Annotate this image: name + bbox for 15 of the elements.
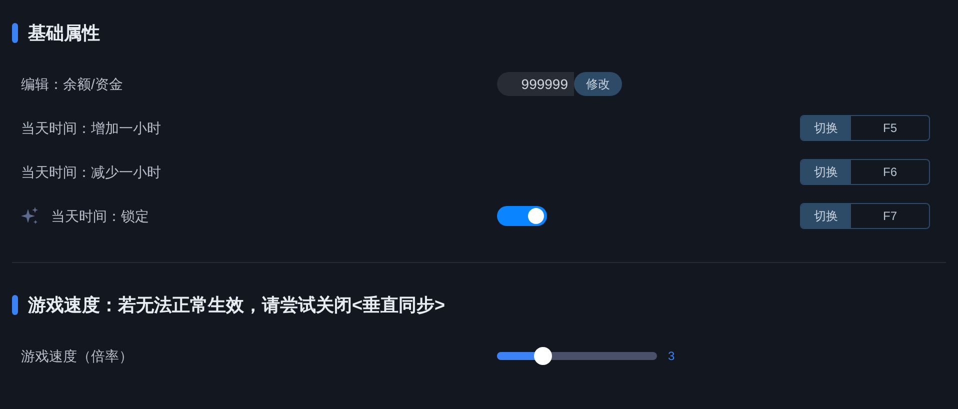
sparkle-icon xyxy=(21,207,39,225)
amount-field[interactable]: 999999 xyxy=(497,72,574,96)
slider-thumb[interactable] xyxy=(534,347,552,365)
section-title: 基础属性 xyxy=(28,22,100,44)
setting-label: 当天时间：增加一小时 xyxy=(21,118,161,138)
slider-value: 3 xyxy=(668,348,675,365)
section-title: 游戏速度：若无法正常生效，请尝试关闭<垂直同步> xyxy=(28,294,446,316)
modify-button[interactable]: 修改 xyxy=(574,72,622,96)
toggle-switch[interactable] xyxy=(497,206,547,226)
setting-label: 当天时间：减少一小时 xyxy=(21,162,161,182)
section-marker xyxy=(12,295,18,315)
setting-label: 编辑：余额/资金 xyxy=(21,74,123,94)
setting-label: 当天时间：锁定 xyxy=(51,206,149,226)
setting-label: 游戏速度（倍率） xyxy=(21,346,133,366)
section-marker xyxy=(12,23,18,43)
